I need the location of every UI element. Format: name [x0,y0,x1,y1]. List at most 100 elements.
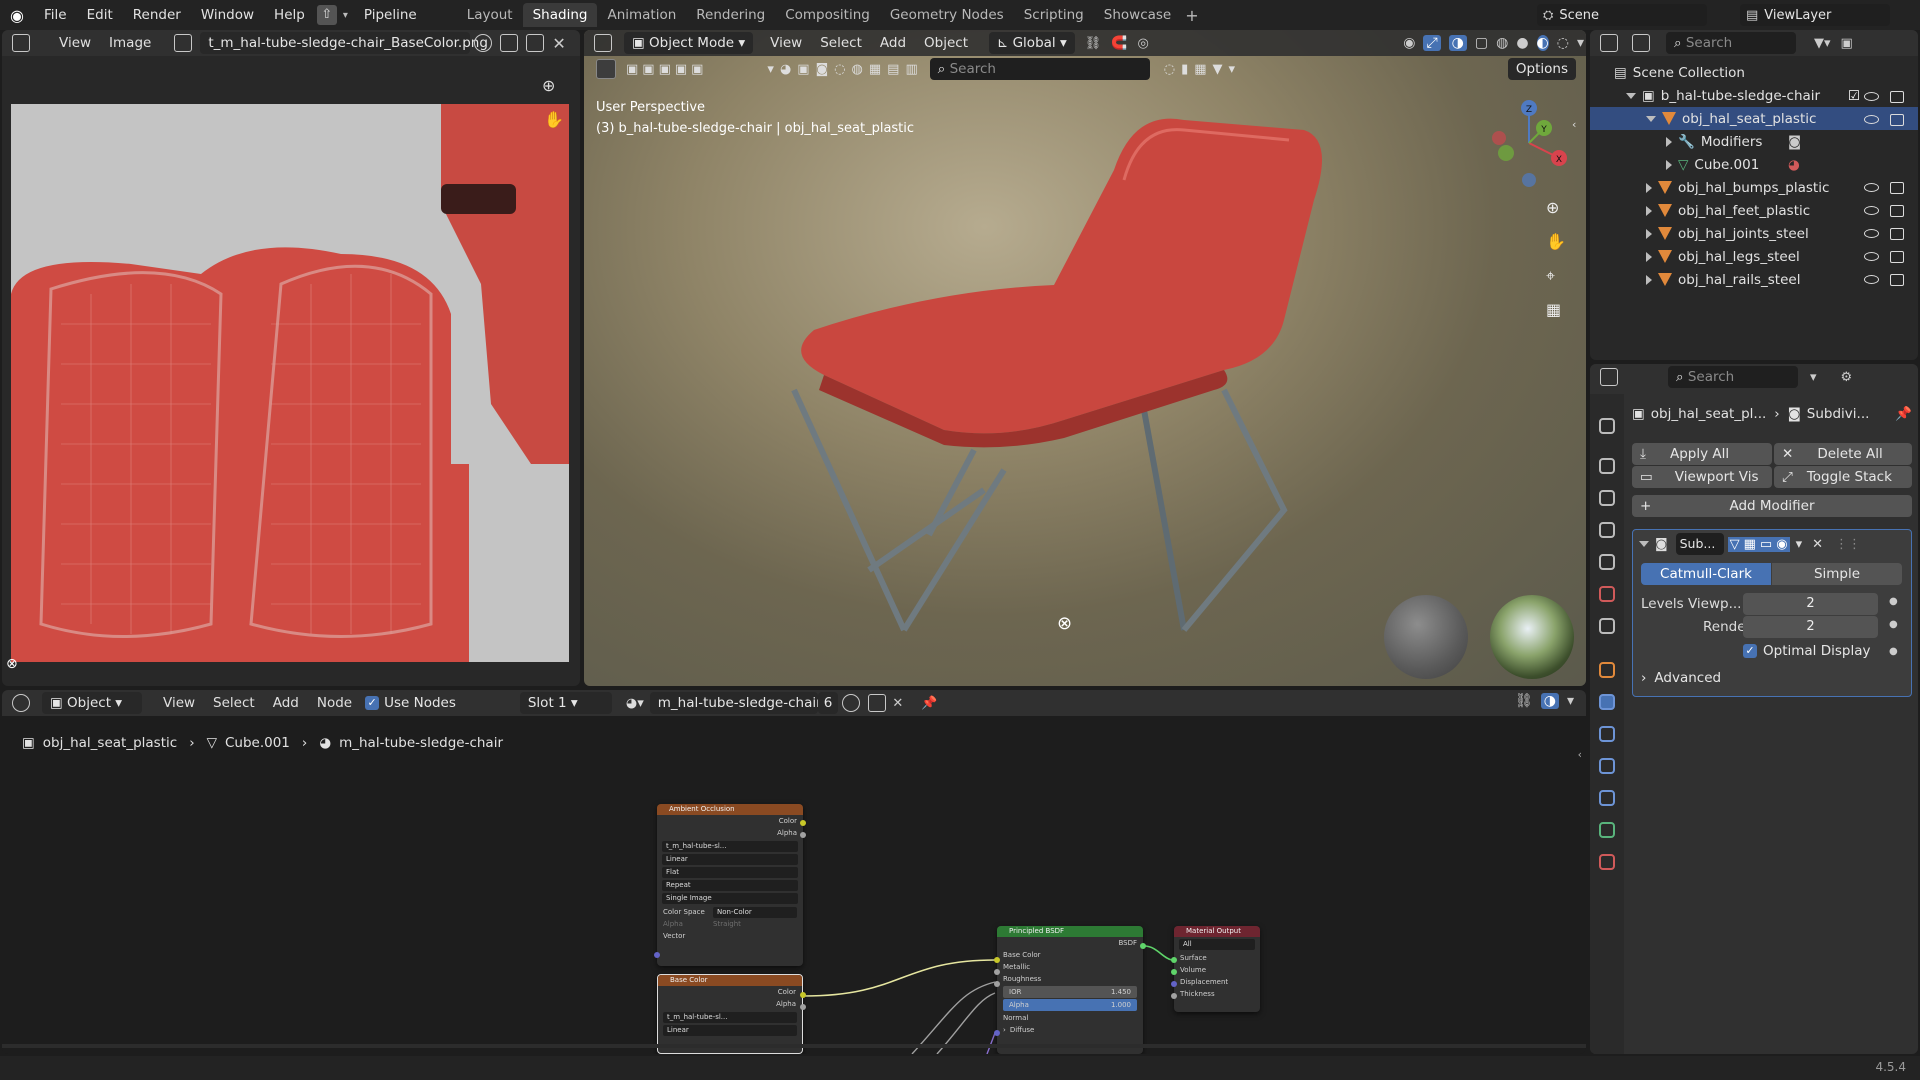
viewport-editor-type-icon[interactable] [594,34,612,52]
levels-viewport-field[interactable]: 2 [1743,593,1878,615]
options-icon[interactable]: ⚙ [1841,370,1853,385]
fake-user-icon[interactable] [474,34,493,52]
tab-geometry-nodes[interactable]: Geometry Nodes [880,3,1014,27]
bsdf-roughness-socket[interactable] [994,981,1000,987]
properties-editor-type-icon[interactable] [1600,368,1618,386]
simple-button[interactable]: Simple [1772,563,1902,585]
cage-icon[interactable]: ▦ [1741,536,1758,552]
3d-cursor-icon[interactable]: ⊗ [1057,613,1072,634]
drag-handle-icon[interactable]: ⋮⋮ [1835,537,1861,552]
material-shading-icon[interactable]: ◐ [1536,35,1549,51]
view-options-icon[interactable]: ▾◕▣◙◌◍▦▤▥ [767,62,923,77]
viewport-display-icon[interactable]: ▭ [1757,536,1775,552]
output-surface-socket[interactable] [1171,957,1177,963]
bsdf-output-socket[interactable] [1140,943,1146,949]
base-alpha-socket[interactable] [800,1004,806,1010]
bsdf-alpha-field[interactable]: Alpha 1.000 [1003,999,1137,1011]
ao-source-dropdown[interactable]: Single Image [662,893,798,904]
image-name-field[interactable]: t_m_hal-tube-sledge-chair_BaseColor.png [200,32,488,54]
keyframe-dot-icon[interactable]: ● [1889,646,1898,657]
chevron-down-icon[interactable]: ▾ [1577,35,1584,51]
scene-tab-icon[interactable] [1599,554,1615,570]
snap-icon[interactable]: 🧲 [1111,36,1127,51]
keyframe-dot-icon[interactable]: ● [1889,596,1898,607]
advanced-subpanel[interactable]: › Advanced [1641,670,1721,686]
ao-projection-dropdown[interactable]: Flat [662,867,798,878]
render-tab-icon[interactable] [1599,458,1615,474]
tab-shading[interactable]: Shading [522,3,598,27]
edit-mode-icon[interactable]: ▽ [1727,536,1742,552]
uv-canvas[interactable] [11,104,569,662]
ao-vector-socket[interactable] [654,952,660,958]
keyframe-dot-icon[interactable]: ● [1889,619,1898,630]
zoom-icon[interactable]: ⊕ [542,76,555,95]
new-image-icon[interactable] [500,34,519,52]
output-thickness-socket[interactable] [1171,993,1177,999]
base-node-header[interactable]: Base Color [658,975,802,986]
bsdf-metallic-socket[interactable] [994,969,1000,975]
open-image-icon[interactable] [526,34,545,52]
blender-logo-icon[interactable]: ◉ [0,6,34,25]
image-menu-view[interactable]: View [50,35,100,51]
render-levels-field[interactable]: 2 [1743,616,1878,638]
ao-alpha-socket[interactable] [800,832,806,838]
pin-icon[interactable]: 📌 [1895,406,1912,422]
bsdf-base-color-socket[interactable] [994,957,1000,963]
collapse-icon[interactable] [1639,541,1649,547]
object-tab-icon[interactable] [1599,662,1615,678]
collection-tab-icon[interactable] [1599,618,1615,634]
outliner-row-mesh[interactable]: ▽ Cube.001 ◕ [1590,153,1918,176]
new-collection-icon[interactable]: ▣ [1841,36,1853,51]
tab-animation[interactable]: Animation [597,3,686,27]
output-volume-socket[interactable] [1171,969,1177,975]
xray-icon[interactable]: ▢ [1475,35,1488,51]
outliner-row-scene-collection[interactable]: ▤ Scene Collection [1590,61,1918,84]
catmull-clark-button[interactable]: Catmull-Clark [1641,563,1771,585]
subdivision-modifier-icon[interactable]: ◙ [1788,134,1801,150]
modifier-name-field[interactable]: Sub... [1675,533,1724,555]
add-workspace-icon[interactable]: + [1185,6,1198,25]
properties-search[interactable]: ⌕ Search [1668,366,1798,388]
checkbox-icon[interactable]: ☑ [1848,88,1860,104]
eye-icon[interactable] [1864,229,1879,238]
expand-icon[interactable] [1666,159,1672,170]
apply-all-button[interactable]: ⤓ Apply All [1632,443,1772,465]
render-display-icon[interactable]: ◉ [1774,536,1790,552]
hand-icon[interactable]: ✋ [1546,232,1566,251]
output-node-header[interactable]: Material Output [1174,926,1260,937]
close-icon[interactable]: ✕ [1812,537,1823,552]
viewport-vis-button[interactable]: ▭ Viewport Vis [1632,466,1772,488]
ao-interpolation-dropdown[interactable]: Linear [662,854,798,865]
constraints-tab-icon[interactable] [1599,790,1615,806]
ao-node-header[interactable]: Ambient Occlusion [657,804,803,815]
bsdf-diffuse-subpanel[interactable]: › Diffuse [997,1024,1143,1036]
base-image-field[interactable]: t_m_hal-tube-sl... [663,1012,797,1023]
camera-icon[interactable] [1890,251,1904,263]
visibility-icon[interactable]: ◉ [1403,35,1415,51]
outliner-editor-type-icon[interactable] [1600,34,1618,52]
menu-file[interactable]: File [34,7,77,23]
upload-icon[interactable]: ⇧ [316,5,337,25]
base-color-node[interactable]: Base Color Color Alpha t_m_hal-tube-sl..… [657,974,803,1054]
base-interpolation-dropdown[interactable]: Linear [663,1025,797,1036]
data-tab-icon[interactable] [1599,822,1615,838]
eye-icon[interactable] [1864,206,1879,215]
tab-showcase[interactable]: Showcase [1094,3,1181,27]
image-browse-icon[interactable] [174,34,193,52]
modifier-tab-icon[interactable] [1599,694,1615,710]
image-menu-image[interactable]: Image [100,35,160,51]
chevron-down-icon[interactable]: ▾ [343,10,348,21]
eye-icon[interactable] [1864,275,1879,284]
hand-icon[interactable]: ✋ [544,110,564,129]
view-layer-tab-icon[interactable] [1599,522,1615,538]
ao-color-space-dropdown[interactable]: Non-Color [713,906,797,918]
physics-tab-icon[interactable] [1599,758,1615,774]
eye-icon[interactable] [1864,252,1879,261]
camera-icon[interactable] [1890,91,1904,103]
ambient-occlusion-node[interactable]: Ambient Occlusion Color Alpha t_m_hal-tu… [657,804,803,966]
perspective-toggle-icon[interactable]: ▦ [1546,300,1561,319]
solid-shading-icon[interactable]: ● [1516,35,1528,51]
optimal-display-checkbox[interactable]: ✓ [1743,644,1757,658]
expand-icon[interactable] [1646,182,1652,193]
ao-extension-dropdown[interactable]: Repeat [662,880,798,891]
